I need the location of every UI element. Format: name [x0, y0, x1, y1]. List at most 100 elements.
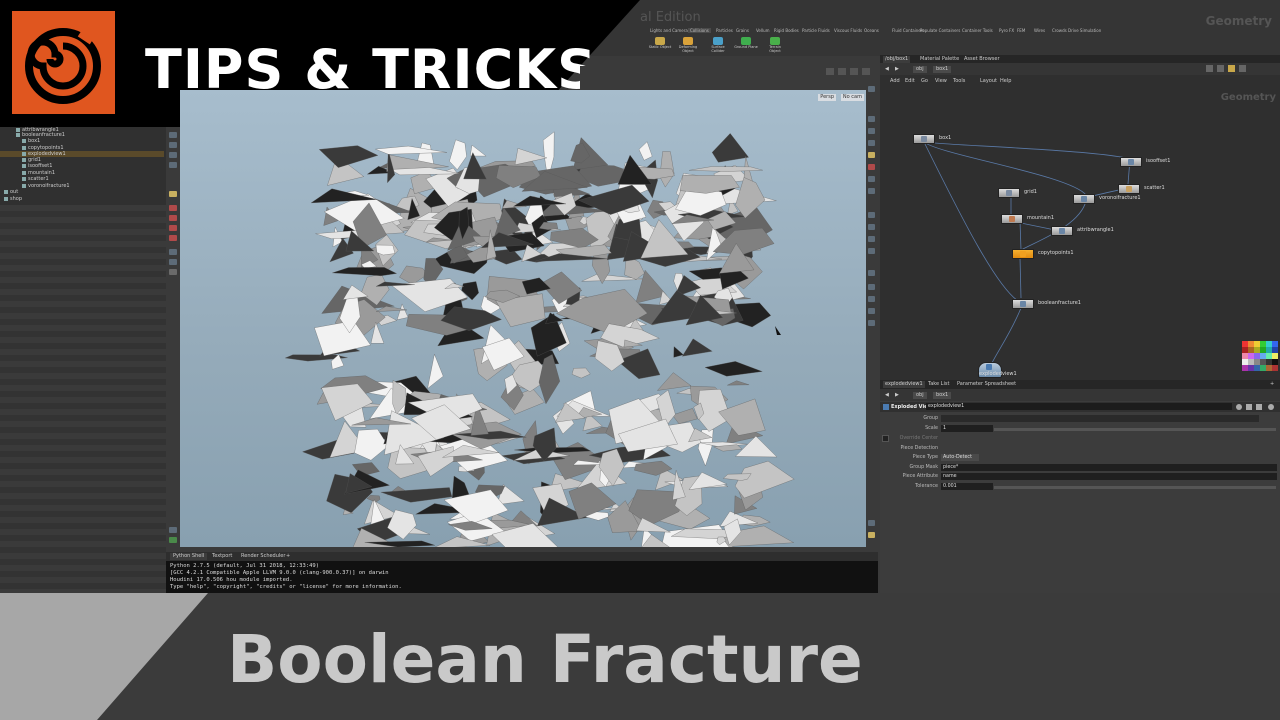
3d-viewport[interactable]: Persp No cam: [180, 90, 866, 547]
path-box1[interactable]: box1: [933, 392, 952, 399]
view-tool-icon[interactable]: [169, 249, 177, 255]
gear-icon[interactable]: [1236, 404, 1242, 410]
viewport-layout-icon[interactable]: [868, 308, 875, 314]
fracture-shard: [463, 152, 487, 180]
param-path-bar: ◀ ▶ obj box1: [880, 389, 1280, 401]
bbox-icon[interactable]: [868, 236, 875, 242]
param-field[interactable]: [941, 415, 1259, 422]
stereo-icon[interactable]: [868, 320, 875, 326]
move-tool-icon[interactable]: [169, 142, 177, 148]
shading-icon[interactable]: [868, 116, 875, 122]
tree-item[interactable]: shop: [4, 196, 22, 202]
tree-item[interactable]: voronoifracture1: [22, 183, 70, 189]
param-label: Piece Type: [912, 455, 938, 460]
node-name-field[interactable]: explodedview1: [926, 403, 1232, 410]
param-slider[interactable]: [994, 428, 1276, 431]
wireframe-icon[interactable]: [868, 128, 875, 134]
tree-item-label: out: [10, 189, 19, 195]
tree-item[interactable]: box1: [22, 138, 40, 144]
grid-icon[interactable]: [868, 212, 875, 218]
lights-icon[interactable]: [868, 176, 875, 182]
network-node[interactable]: [998, 188, 1020, 198]
add-tab-icon[interactable]: +: [1270, 381, 1274, 388]
scale-tool-icon[interactable]: [169, 162, 177, 168]
pose-tool-icon[interactable]: [169, 205, 177, 211]
xray-icon[interactable]: [868, 248, 875, 254]
tab-textport[interactable]: Textport: [209, 553, 235, 560]
snap-tool-icon[interactable]: [169, 215, 177, 221]
background-icon[interactable]: [868, 188, 875, 194]
node-type-icon: [1006, 190, 1012, 196]
param-field[interactable]: 0.001: [941, 483, 993, 490]
camera-tool-icon[interactable]: [169, 259, 177, 265]
viewport-menu-icon[interactable]: [826, 68, 834, 75]
tree-item[interactable]: isooffset1: [22, 163, 52, 169]
fracture-shard: [427, 353, 444, 389]
tree-item[interactable]: out: [4, 189, 18, 195]
network-node[interactable]: [1001, 214, 1023, 224]
flipbook-icon[interactable]: [868, 284, 875, 290]
snapshot-icon[interactable]: [868, 270, 875, 276]
pin-icon[interactable]: [838, 68, 846, 75]
param-field[interactable]: name: [941, 473, 1277, 480]
handle-tool-icon[interactable]: [169, 191, 177, 197]
question-icon[interactable]: [1268, 404, 1274, 410]
display-tool-icon[interactable]: [169, 527, 177, 533]
points-icon[interactable]: [868, 140, 875, 146]
render-tool-icon[interactable]: [169, 235, 177, 241]
ghost-icon[interactable]: [868, 152, 875, 158]
param-field[interactable]: piece*: [941, 464, 1277, 471]
help-icon[interactable]: [1246, 404, 1252, 410]
node-icon: [16, 127, 20, 132]
network-node[interactable]: [1073, 194, 1095, 204]
tree-item[interactable]: scatter1: [22, 176, 49, 182]
forward-arrow-icon[interactable]: ▶: [895, 392, 899, 399]
light-tool-icon[interactable]: [169, 269, 177, 275]
network-node[interactable]: [1012, 249, 1034, 259]
tab-parameter-spreadsheet[interactable]: Parameter Spreadsheet: [955, 381, 1018, 388]
node-icon: [22, 151, 26, 156]
node-label: mountain1: [1027, 215, 1055, 221]
rotate-tool-icon[interactable]: [169, 152, 177, 158]
fracture-shard: [571, 367, 591, 379]
help-icon[interactable]: [862, 68, 870, 75]
param-field[interactable]: 1: [941, 425, 993, 432]
network-editor[interactable]: /obj/box1 Material Palette Asset Browser…: [880, 55, 1280, 380]
tab-python-shell[interactable]: Python Shell: [170, 553, 208, 560]
parameter-editor: explodedview1 Take List Parameter Spread…: [880, 380, 1280, 593]
isolate-icon[interactable]: [868, 532, 875, 538]
network-node[interactable]: [913, 134, 935, 144]
fracture-shard: [318, 145, 379, 168]
back-arrow-icon[interactable]: ◀: [885, 392, 889, 399]
python-shell[interactable]: Python 2.7.5 (default, Jul 31 2018, 12:3…: [166, 561, 878, 593]
tab-explodedview1[interactable]: explodedview1: [883, 381, 925, 388]
color-palette[interactable]: [1242, 341, 1278, 374]
network-node[interactable]: [1051, 226, 1073, 236]
param-slider[interactable]: [994, 486, 1276, 489]
network-node[interactable]: [1120, 157, 1142, 167]
settings-icon[interactable]: [868, 520, 875, 526]
fracture-shard: [366, 495, 381, 503]
display-options-icon[interactable]: [868, 86, 875, 92]
tab-render-scheduler[interactable]: Render Scheduler: [238, 553, 288, 560]
node-label: grid1: [1024, 189, 1037, 195]
magnet-tool-icon[interactable]: [169, 225, 177, 231]
fracture-shard: [375, 145, 447, 155]
guides-icon[interactable]: [868, 164, 875, 170]
add-tab-icon[interactable]: +: [286, 553, 290, 560]
link-icon[interactable]: [850, 68, 858, 75]
shell-line: Type "help", "copyright", "credits" or "…: [170, 584, 402, 590]
network-node[interactable]: [1012, 299, 1034, 309]
network-node[interactable]: [1118, 184, 1140, 194]
param-field[interactable]: Auto-Detect: [941, 454, 979, 461]
node-type-icon: [883, 404, 889, 410]
path-obj[interactable]: obj: [913, 392, 927, 399]
tree-item-label: box1: [28, 138, 41, 144]
tab-take-list[interactable]: Take List: [926, 381, 951, 388]
select-tool-icon[interactable]: [169, 132, 177, 138]
render-region-icon[interactable]: [868, 296, 875, 302]
normals-icon[interactable]: [868, 224, 875, 230]
info-icon[interactable]: [1256, 404, 1262, 410]
node-icon: [22, 183, 26, 188]
node-type-icon: [1020, 251, 1026, 257]
